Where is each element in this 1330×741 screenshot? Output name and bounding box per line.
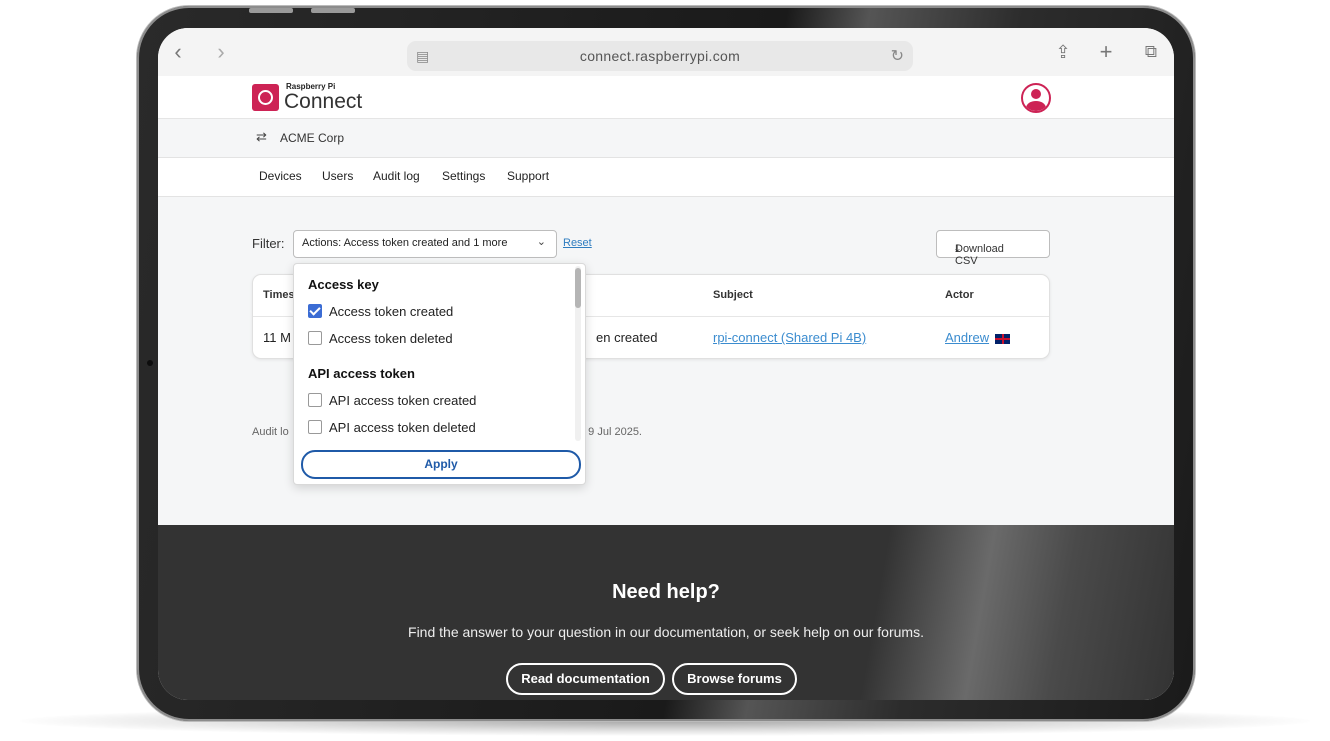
checkbox[interactable] — [308, 393, 322, 407]
checkbox[interactable] — [308, 331, 322, 345]
apply-button[interactable]: Apply — [301, 450, 581, 479]
browse-forums-button[interactable]: Browse forums — [672, 663, 797, 695]
audit-note-end: d 9 Jul 2025. — [579, 426, 642, 438]
nav-audit-log[interactable]: Audit log — [373, 169, 420, 183]
cell-action: en created — [596, 330, 658, 345]
address-bar[interactable]: ▤ connect.raspberrypi.com ↻ — [407, 41, 913, 71]
group-api-access-token: API access token — [308, 366, 415, 381]
reset-link[interactable]: Reset — [563, 237, 592, 249]
option-api-access-token-deleted[interactable]: API access token deleted — [308, 420, 476, 435]
forward-icon[interactable]: › — [209, 40, 233, 64]
nav-users[interactable]: Users — [322, 169, 353, 183]
user-avatar[interactable] — [1021, 83, 1051, 113]
header-timestamp: Times — [263, 289, 295, 301]
reload-icon[interactable]: ↻ — [891, 46, 904, 66]
header-actor: Actor — [945, 289, 974, 301]
new-tab-icon[interactable]: + — [1094, 40, 1118, 64]
actor-link[interactable]: Andrew — [945, 330, 989, 345]
share-icon[interactable]: ⇪ — [1051, 40, 1075, 64]
raspberry-pi-connect-logo[interactable] — [252, 84, 279, 111]
apply-label: Apply — [424, 457, 458, 471]
volume-button — [311, 8, 355, 13]
org-name: ACME Corp — [280, 131, 345, 145]
help-footer: Need help? Find the answer to your quest… — [158, 525, 1174, 700]
option-label: API access token deleted — [329, 420, 476, 435]
option-access-token-deleted[interactable]: Access token deleted — [308, 331, 453, 346]
group-access-key: Access key — [308, 277, 379, 292]
checkbox-checked[interactable] — [308, 304, 322, 318]
org-switcher[interactable]: ⇄ ACME Corp — [158, 119, 1174, 158]
app-header: Raspberry Pi Connect — [158, 76, 1174, 119]
screen: ‹ › ▤ connect.raspberrypi.com ↻ ⇪ + ⧉ Ra… — [158, 28, 1174, 700]
main-nav: Devices Users Audit log Settings Support — [158, 158, 1174, 197]
url-text: connect.raspberrypi.com — [579, 48, 741, 64]
filter-dropdown: Access key Access token created Access t… — [293, 263, 586, 485]
checkbox[interactable] — [308, 420, 322, 434]
read-documentation-button[interactable]: Read documentation — [506, 663, 665, 695]
dropdown-scroll-thumb[interactable] — [575, 268, 581, 308]
logo-product-text: Connect — [284, 90, 363, 113]
download-csv-button[interactable]: ⤓ Download CSV — [936, 230, 1050, 267]
option-access-token-created[interactable]: Access token created — [308, 304, 453, 319]
filter-select[interactable]: Actions: Access token created and 1 more… — [293, 230, 557, 258]
option-label: Access token created — [329, 304, 454, 319]
download-label: Download CSV — [955, 243, 1004, 267]
option-api-access-token-created[interactable]: API access token created — [308, 393, 476, 408]
back-icon[interactable]: ‹ — [166, 40, 190, 64]
nav-settings[interactable]: Settings — [442, 169, 485, 183]
browser-toolbar: ‹ › ▤ connect.raspberrypi.com ↻ ⇪ + ⧉ — [158, 28, 1174, 76]
option-label: Access token deleted — [329, 331, 453, 346]
nav-support[interactable]: Support — [507, 169, 549, 183]
header-subject: Subject — [713, 289, 753, 301]
camera — [147, 360, 153, 366]
cell-timestamp: 11 M — [263, 330, 291, 345]
audit-note-start: Audit lo — [252, 426, 289, 438]
subject-link[interactable]: rpi-connect (Shared Pi 4B) — [713, 330, 866, 345]
option-label: API access token created — [329, 393, 477, 408]
chevron-down-icon: ⌄ — [536, 236, 546, 248]
volume-button — [249, 8, 293, 13]
footer-subtitle: Find the answer to your question in our … — [408, 624, 924, 640]
footer-title: Need help? — [612, 581, 720, 603]
filter-label: Filter: — [252, 236, 285, 251]
filter-value: Actions: Access token created and 1 more — [302, 237, 508, 249]
uk-flag-icon — [994, 332, 1012, 345]
switch-icon: ⇄ — [256, 129, 267, 144]
actor-cell: Andrew — [945, 330, 1012, 345]
tabs-icon[interactable]: ⧉ — [1139, 40, 1163, 64]
nav-devices[interactable]: Devices — [259, 169, 302, 183]
